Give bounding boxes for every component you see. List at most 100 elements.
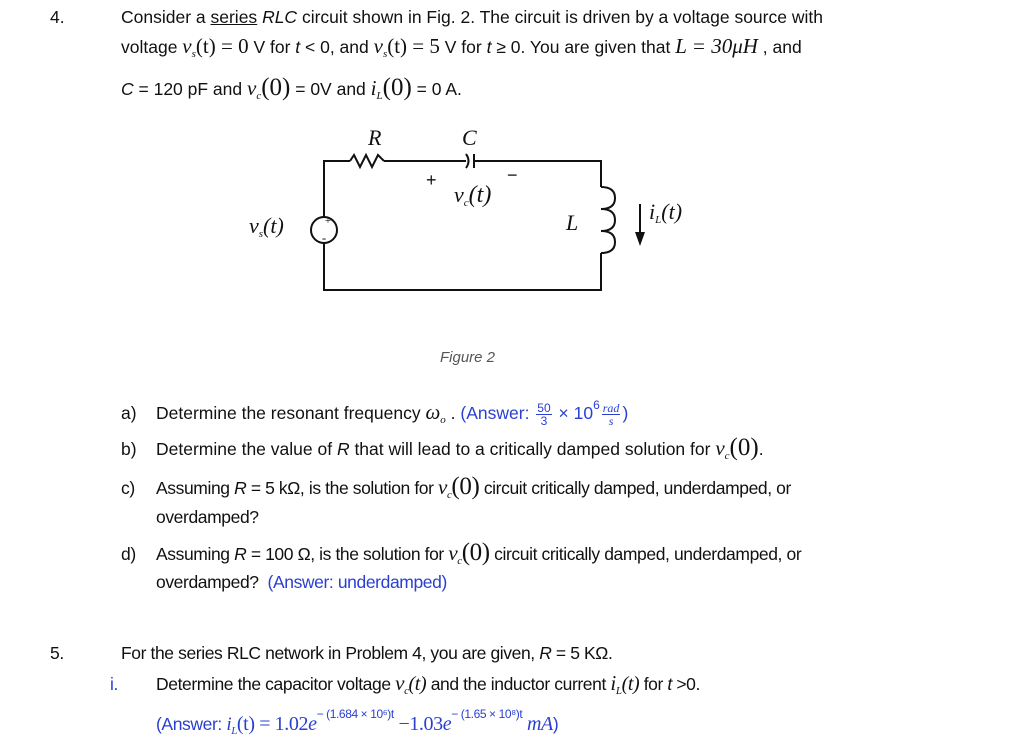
text: Determine the resonant frequency: [156, 403, 426, 423]
unit-fraction: rad s: [601, 400, 621, 427]
label-plus: +: [426, 170, 437, 190]
math-L-value: L = 30μH: [675, 34, 758, 58]
math-R: R: [234, 478, 247, 498]
problem-4-line-1: Consider a series RLC circuit shown in F…: [121, 7, 823, 28]
text: .: [758, 439, 764, 459]
problem-number: 4.: [50, 7, 65, 27]
text: circuit shown in Fig. 2. The circuit is …: [297, 7, 823, 27]
part-label: b): [121, 439, 137, 459]
answer-5i: (Answer: iL(t) = 1.02e− (1.684 × 10⁶)t −…: [156, 707, 559, 737]
times-ten: × 10: [553, 403, 594, 423]
math-vc: v: [247, 76, 257, 100]
text: = 0 A.: [411, 79, 462, 99]
math-eq: (t) = 0: [195, 34, 249, 58]
capacitor-curved-plate: [465, 153, 470, 169]
text: ≥ 0. You are given that: [491, 37, 676, 57]
math-mid: −1.03: [393, 713, 443, 735]
math-arg: (0): [261, 74, 291, 101]
math-unit: mA: [522, 713, 553, 735]
math-vc: v: [448, 541, 458, 565]
source-plus: +: [325, 215, 331, 227]
unit-num: rad: [601, 400, 621, 415]
text: For the series RLC network in Problem 4,…: [121, 643, 540, 663]
math-omega: ω: [425, 400, 441, 424]
problem-5-intro: For the series RLC network in Problem 4,…: [121, 643, 613, 664]
text: = 5 kΩ, is the solution for: [246, 478, 439, 498]
current-arrow-head: [635, 232, 645, 246]
circuit-diagram: + -: [310, 152, 645, 291]
frac-num: 50: [536, 400, 552, 415]
text: .: [445, 403, 461, 423]
answer-suffix: ): [622, 403, 629, 423]
math-vc: v: [715, 436, 725, 460]
text: Assuming: [156, 478, 235, 498]
math-arg: (t): [468, 182, 492, 208]
text: Consider a: [121, 7, 211, 27]
text: voltage: [121, 37, 183, 57]
item-label: i.: [110, 674, 118, 694]
label-vs: vs(t): [249, 213, 284, 240]
math-vs: v: [373, 34, 383, 58]
text: >0.: [671, 674, 700, 694]
math-e: e: [308, 713, 317, 735]
label-iL: iL(t): [649, 199, 682, 226]
label-minus: −: [507, 165, 518, 185]
math-eq: (t) = 5: [387, 34, 440, 58]
math-vc: v: [395, 671, 405, 695]
math-R: R: [539, 643, 552, 663]
math-arg: (0): [382, 74, 412, 101]
math-e: e: [442, 713, 452, 735]
math-eq: (t) = 1.02: [236, 713, 309, 735]
math-R: R: [336, 439, 350, 459]
text: = 100 Ω, is the solution for: [246, 544, 449, 564]
wire-top-right: [474, 160, 602, 187]
problem-4-line-3: C = 120 pF and vc(0) = 0V and iL(0) = 0 …: [121, 74, 462, 102]
text: and the inductor current: [426, 674, 611, 694]
label-vc: vc(t): [454, 182, 491, 209]
math-arg: (t): [263, 213, 284, 238]
problem-number: 5.: [50, 643, 64, 663]
emphasis-series: series: [210, 7, 258, 27]
math-v: v: [249, 213, 259, 238]
exponent: 6: [593, 398, 600, 412]
text: V for: [439, 37, 487, 57]
text: = 5 KΩ.: [551, 643, 613, 663]
wire-bottom-loop: [323, 245, 602, 291]
text: circuit critically damped, underdamped, …: [479, 478, 792, 498]
part-b: b) Determine the value of R that will lea…: [121, 434, 764, 462]
answer-prefix: (Answer:: [460, 403, 535, 423]
text: overdamped?: [156, 572, 268, 592]
text: Assuming: [156, 544, 235, 564]
math-arg: (t): [621, 673, 640, 695]
text: for: [639, 674, 668, 694]
part-d-line-2: overdamped? (Answer: underdamped): [156, 572, 447, 593]
text: , and: [757, 37, 802, 57]
text: V for: [248, 37, 296, 57]
problem-4-line-2: voltage vs(t) = 0 V for t < 0, and vs(t)…: [121, 34, 802, 60]
item-i: i. Determine the capacitor voltage vc(t) …: [110, 671, 700, 697]
math-C: C: [121, 79, 134, 99]
part-c: c) Assuming R = 5 kΩ, is the solution for…: [121, 473, 791, 501]
text: Determine the capacitor voltage: [156, 674, 396, 694]
math-arg: (0): [461, 539, 490, 566]
part-label: c): [121, 478, 135, 498]
text: = 0V and: [290, 79, 371, 99]
answer-suffix: ): [552, 714, 559, 734]
math-arg: (t): [408, 673, 427, 695]
math-v: v: [454, 182, 464, 207]
part-d: d) Assuming R = 100 Ω, is the solution fo…: [121, 539, 802, 567]
label-L: L: [566, 210, 579, 235]
text: Determine the value of: [156, 439, 337, 459]
exponent-1: − (1.684 × 10⁶)t: [316, 707, 395, 721]
part-label: d): [121, 544, 136, 564]
math-R: R: [234, 544, 247, 564]
exponent-2: − (1.65 × 10⁸)t: [451, 707, 523, 721]
text: < 0, and: [300, 37, 374, 57]
part-a: a) Determine the resonant frequency ωo . …: [121, 398, 628, 427]
answer-a: (Answer: 50 3 × 106 rad s): [460, 398, 629, 427]
resistor: [349, 152, 385, 170]
math-arg: (t): [661, 199, 683, 224]
figure-caption: Figure 2: [440, 349, 496, 366]
inductor: [600, 186, 617, 254]
answer-prefix: (Answer:: [156, 714, 227, 734]
